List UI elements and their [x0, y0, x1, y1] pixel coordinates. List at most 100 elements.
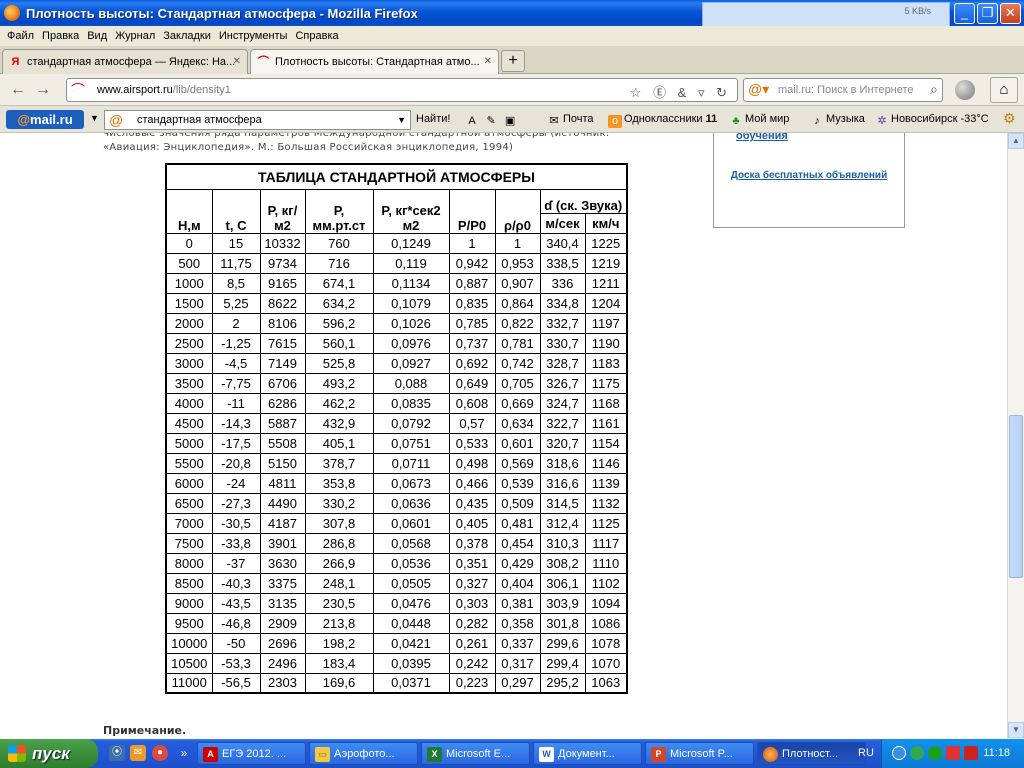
tray-arrow-icon[interactable]: [892, 746, 906, 760]
my-world-link[interactable]: ♣ Мой мир: [729, 113, 789, 128]
table-cell: 6286: [259, 392, 306, 414]
table-cell: 0,533: [448, 432, 496, 454]
table-cell: 326,7: [539, 372, 586, 394]
url-bar[interactable]: ⌒ www.airsport.ru/lib/density1 ☆ Ⓔ & ▿ ↻: [66, 78, 738, 102]
table-cell: 1183: [584, 352, 628, 374]
window-icon[interactable]: ▣: [503, 115, 517, 128]
table-cell: 0,737: [448, 332, 496, 354]
weather-link[interactable]: ✲ Новосибирск -33°C: [875, 113, 988, 128]
table-cell: 0,088: [372, 372, 450, 394]
table-cell: 432,9: [304, 412, 374, 434]
table-cell: 0,1079: [372, 292, 450, 314]
url-bar-icons[interactable]: ☆ Ⓔ & ▿ ↻: [630, 82, 731, 101]
back-button[interactable]: ←: [8, 80, 28, 100]
maximize-button[interactable]: ❐: [977, 3, 998, 24]
quicklaunch-expand-icon[interactable]: »: [176, 745, 192, 761]
music-link[interactable]: ♪ Музыка: [810, 113, 865, 128]
menu-edit[interactable]: Правка: [42, 30, 79, 42]
task-document[interactable]: W Документ...: [533, 742, 642, 765]
scroll-thumb[interactable]: [1009, 415, 1023, 578]
new-tab-button[interactable]: +: [501, 50, 525, 72]
chrome-icon[interactable]: ●: [152, 745, 168, 761]
table-cell: 7000: [165, 512, 213, 534]
tab-close-icon[interactable]: ✕: [484, 56, 492, 67]
menu-view[interactable]: Вид: [87, 30, 107, 42]
table-cell: 10500: [165, 652, 213, 674]
table-cell: 0,953: [494, 252, 541, 274]
mail-link[interactable]: ✉ Почта: [547, 113, 593, 128]
table-cell: 328,7: [539, 352, 586, 374]
menu-bookmarks[interactable]: Закладки: [163, 30, 211, 42]
task-excel[interactable]: X Microsoft E...: [421, 742, 530, 765]
table-cell: 1139: [584, 472, 628, 494]
menu-help[interactable]: Справка: [295, 30, 338, 42]
mailru-menu-arrow[interactable]: ▼: [90, 113, 99, 123]
tray-antivirus-icon[interactable]: [946, 746, 960, 760]
odnoklassniki-link[interactable]: o Одноклассники 11: [608, 113, 717, 128]
table-cell: 674,1: [304, 272, 374, 294]
table-cell: 0,405: [448, 512, 496, 534]
menu-history[interactable]: Журнал: [115, 30, 155, 42]
tray-icq-icon[interactable]: [928, 746, 942, 760]
menu-file[interactable]: Файл: [7, 30, 34, 42]
sidebar-link-learning[interactable]: обучения: [736, 133, 788, 142]
table-cell: 4490: [259, 492, 306, 514]
url-text[interactable]: www.airsport.ru/lib/density1: [97, 84, 231, 96]
find-button[interactable]: Найти!: [416, 113, 450, 125]
search-box[interactable]: @▾ mail.ru: Поиск в Интернете ⌕: [743, 78, 943, 102]
table-row: 8500 -40,3 3375 248,1 0,0505 0,327 0,404 306,1 1…: [165, 572, 628, 594]
table-cell: 318,6: [539, 452, 586, 474]
mailru-logo[interactable]: @mail.ru: [6, 110, 84, 129]
toolbar-tools-icons[interactable]: A ✎ ▣: [465, 113, 519, 128]
forward-button[interactable]: →: [33, 80, 53, 100]
table-cell: 334,8: [539, 292, 586, 314]
table-cell: 308,2: [539, 552, 586, 574]
globe-icon[interactable]: [955, 80, 975, 100]
table-row: 500 11,75 9734 716 0,119 0,942 0,953 338,5 1219: [165, 252, 628, 274]
table-cell: 1: [494, 232, 541, 254]
scroll-up-arrow[interactable]: ▲: [1008, 133, 1024, 149]
task-folder[interactable]: ▭ Аэрофото...: [309, 742, 418, 765]
table-cell: 0,0536: [372, 552, 450, 574]
tray-network-icon[interactable]: [910, 746, 924, 760]
table-cell: 2: [211, 312, 261, 334]
highlighter-icon[interactable]: ✎: [484, 115, 498, 128]
search-icon[interactable]: ⌕: [930, 81, 938, 98]
table-cell: 3500: [165, 372, 213, 394]
task-firefox[interactable]: Плотност...: [757, 742, 866, 765]
table-cell: 0,1249: [372, 232, 450, 254]
tab-yandex[interactable]: Я стандартная атмосфера — Яндекс: На... …: [2, 49, 248, 74]
home-button[interactable]: ⌂: [990, 77, 1018, 103]
tab-close-icon[interactable]: ✕: [233, 56, 241, 67]
text-size-icon[interactable]: A: [465, 115, 479, 128]
quicklaunch-icon-1[interactable]: ⦿: [109, 745, 125, 761]
task-powerpoint[interactable]: P Microsoft P...: [645, 742, 754, 765]
table-cell: 299,6: [539, 632, 586, 654]
start-button[interactable]: пуск: [0, 739, 98, 768]
minimize-button[interactable]: _: [954, 3, 975, 24]
search-engine-icon[interactable]: @▾: [748, 81, 769, 98]
table-cell: 0,0371: [372, 672, 450, 694]
search-input[interactable]: mail.ru: Поиск в Интернете: [778, 84, 914, 96]
tab-airsport[interactable]: ⌒ Плотность высоты: Стандартная атмо... …: [250, 49, 499, 74]
scroll-down-arrow[interactable]: ▼: [1008, 722, 1024, 738]
table-cell: -37: [211, 552, 261, 574]
menu-tools[interactable]: Инструменты: [219, 30, 288, 42]
tab-bar: Я стандартная атмосфера — Яндекс: На... …: [0, 46, 1024, 74]
mailru-search-field[interactable]: @ стандартная атмосфера ▼: [104, 110, 411, 130]
tray-app-icon[interactable]: [964, 746, 978, 760]
table-row: 1000 8,5 9165 674,1 0,1134 0,887 0,907 336 1211: [165, 272, 628, 294]
task-pdf[interactable]: A ЕГЭ 2012. ...: [197, 742, 306, 765]
settings-gear-icon[interactable]: ⚙: [1003, 110, 1016, 127]
sidebar-link-classifieds[interactable]: Доска бесплатных объявлений: [714, 170, 904, 182]
chevron-down-icon[interactable]: ▼: [397, 115, 406, 125]
table-cell: 7500: [165, 532, 213, 554]
tab-label: Плотность высоты: Стандартная атмо...: [275, 56, 480, 68]
language-indicator[interactable]: RU: [858, 747, 874, 759]
mailru-search-value[interactable]: стандартная атмосфера: [137, 114, 262, 126]
table-cell: 248,1: [304, 572, 374, 594]
site-identity-icon[interactable]: ⌒: [71, 82, 93, 98]
vertical-scrollbar[interactable]: ▲ ▼: [1007, 133, 1024, 739]
quicklaunch-icon-2[interactable]: ✉: [130, 745, 146, 761]
close-button[interactable]: ✕: [1000, 3, 1021, 24]
